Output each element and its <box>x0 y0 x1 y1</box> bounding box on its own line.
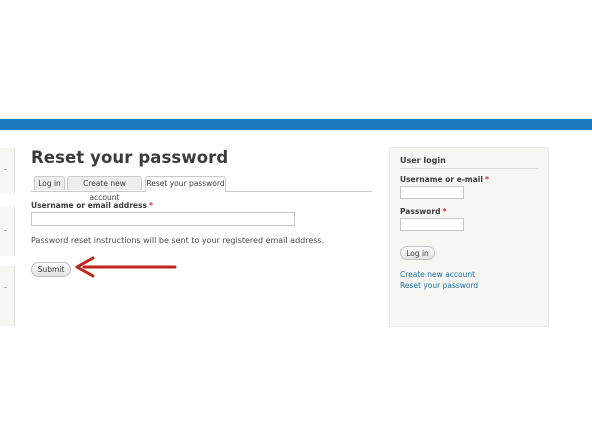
user-login-block: User login Username or e-mail * Password *… <box>389 147 549 327</box>
submit-button[interactable]: Submit <box>31 262 71 277</box>
help-text: Password reset instructions will be sent… <box>31 236 325 245</box>
tab-log-in[interactable]: Log in <box>34 176 65 190</box>
block-title: User login <box>400 156 446 165</box>
panel-marker <box>4 169 7 170</box>
panel-marker <box>4 230 7 231</box>
sidebar-password-label: Password * <box>400 207 446 216</box>
block-divider <box>400 168 538 169</box>
reset-password-link[interactable]: Reset your password <box>400 281 478 290</box>
panel-marker <box>4 287 7 288</box>
sidebar-username-label-text: Username or e-mail <box>400 175 483 184</box>
tab-bar: Log in Create new account Reset your pas… <box>31 176 372 202</box>
sidebar-username-label: Username or e-mail * <box>400 175 489 184</box>
required-marker: * <box>148 201 153 210</box>
arrow-icon <box>75 256 177 278</box>
log-in-button[interactable]: Log in <box>400 246 435 260</box>
sidebar-password-input[interactable] <box>400 218 464 231</box>
sidebar-username-input[interactable] <box>400 186 464 199</box>
tab-create-account[interactable]: Create new account <box>67 176 142 202</box>
username-field-label: Username or email address * <box>31 201 153 210</box>
username-label-text: Username or email address <box>31 201 147 210</box>
required-marker: * <box>484 175 489 184</box>
header-bar <box>0 119 592 130</box>
create-account-link[interactable]: Create new account <box>400 270 475 279</box>
left-panel-fragment <box>0 148 15 194</box>
left-panel-fragment <box>0 266 15 326</box>
username-input[interactable] <box>31 212 295 226</box>
left-panel-fragment <box>0 206 15 256</box>
sidebar-password-label-text: Password <box>400 207 441 216</box>
page-title: Reset your password <box>31 148 229 167</box>
tab-reset-password[interactable]: Reset your password <box>145 176 226 192</box>
required-marker: * <box>442 207 447 216</box>
